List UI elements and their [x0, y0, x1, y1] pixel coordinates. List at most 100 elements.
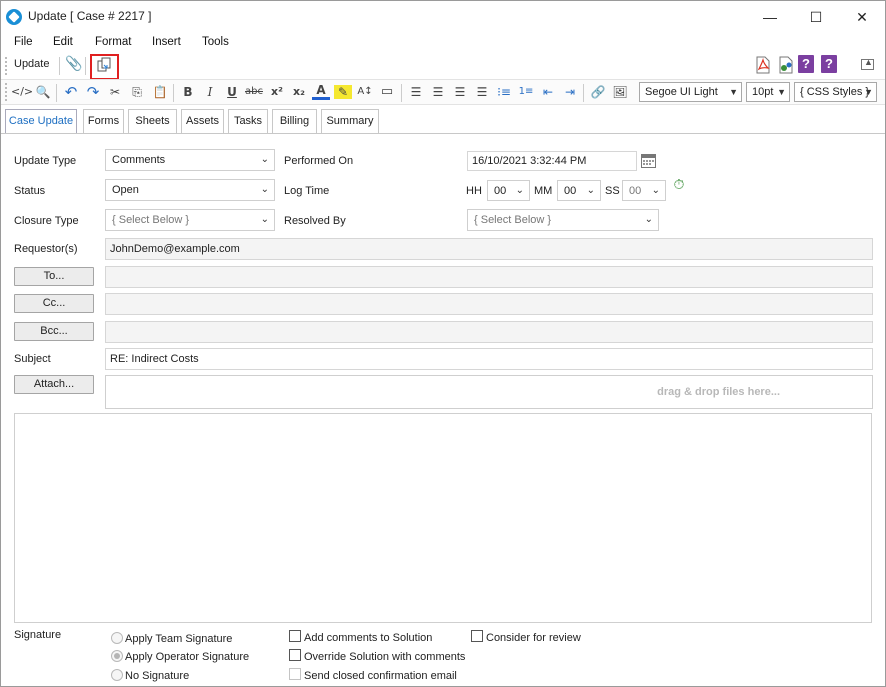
minimize-button[interactable]: —	[747, 3, 793, 31]
radio-no-signature[interactable]	[111, 669, 123, 681]
toolbar-grip[interactable]	[5, 57, 8, 75]
case-update-panel: Update Type Comments ⌄ Performed On 16/10…	[1, 133, 885, 686]
knowledge-base-icon[interactable]	[778, 56, 794, 74]
attachment-icon[interactable]: 📎	[65, 56, 82, 72]
chevron-down-icon: ⌄	[651, 185, 660, 196]
menu-file[interactable]: File	[14, 36, 33, 48]
radio-apply-team-signature[interactable]	[111, 632, 123, 644]
align-right-icon[interactable]: ☰	[451, 83, 469, 101]
outdent-icon[interactable]: ⇤	[539, 83, 557, 101]
menu-edit[interactable]: Edit	[53, 36, 73, 48]
cut-icon[interactable]: ✂	[106, 83, 124, 101]
log-time-label: Log Time	[284, 185, 330, 197]
chevron-down-icon: ⌄	[586, 185, 595, 196]
close-button[interactable]: ✕	[839, 3, 885, 31]
align-left-icon[interactable]: ☰	[407, 83, 425, 101]
pdf-icon[interactable]	[755, 56, 771, 74]
seconds-value: 00	[629, 185, 642, 197]
bcc-field[interactable]	[105, 321, 873, 343]
font-size-value: 10pt	[752, 86, 774, 98]
help-icon[interactable]: ?	[821, 55, 837, 73]
toolbar-grip[interactable]	[5, 83, 8, 101]
signature-label: Signature	[14, 629, 62, 641]
cc-button[interactable]: Cc...	[14, 294, 94, 313]
consider-review-checkbox[interactable]	[471, 630, 483, 642]
override-solution-checkbox[interactable]	[289, 649, 301, 661]
highlight-box	[90, 54, 119, 80]
font-size-select[interactable]: 10pt ▼	[746, 82, 790, 102]
update-button[interactable]: Update	[14, 58, 49, 70]
to-button[interactable]: To...	[14, 267, 94, 286]
numbered-list-icon[interactable]: 1≡	[517, 83, 535, 101]
bcc-button[interactable]: Bcc...	[14, 322, 94, 341]
paste-icon[interactable]: 📋	[151, 83, 169, 101]
insert-image-icon[interactable]: 🖼	[611, 83, 629, 101]
to-field[interactable]	[105, 266, 873, 288]
indent-icon[interactable]: ⇥	[561, 83, 579, 101]
seconds-select[interactable]: 00 ⌄	[622, 180, 666, 201]
italic-icon[interactable]: I	[201, 83, 219, 101]
bold-icon[interactable]: B	[179, 83, 197, 101]
update-case-window: Update [ Case # 2217 ] — ☐ ✕ File Edit F…	[0, 0, 886, 687]
menu-bar: File Edit Format Insert Tools	[1, 33, 885, 53]
highlight-color-icon[interactable]: ✎	[334, 85, 352, 99]
help-link-icon[interactable]: ?	[798, 55, 814, 73]
message-body-editor[interactable]	[14, 413, 872, 623]
font-family-select[interactable]: Segoe UI Light ▼	[639, 82, 742, 102]
bullet-list-icon[interactable]: ⁝≡	[495, 83, 513, 101]
send-closed-email-checkbox[interactable]	[289, 668, 301, 680]
mm-label: MM	[534, 185, 553, 197]
apply-operator-signature-label: Apply Operator Signature	[125, 651, 250, 663]
maximize-button[interactable]: ☐	[793, 3, 839, 31]
html-source-icon[interactable]: </>	[11, 83, 33, 101]
menu-tools[interactable]: Tools	[202, 36, 229, 48]
requestors-field[interactable]: JohnDemo@example.com	[105, 238, 873, 260]
tab-sheets[interactable]: Sheets	[128, 109, 177, 133]
timer-icon[interactable]: ⏱	[671, 177, 687, 193]
tab-summary[interactable]: Summary	[321, 109, 379, 133]
undo-icon[interactable]: ↶	[62, 83, 80, 101]
chevron-down-icon: ⌄	[260, 214, 269, 225]
tab-strip: Case Update Forms Sheets Assets Tasks Bi…	[1, 109, 885, 134]
tab-forms[interactable]: Forms	[83, 109, 124, 133]
performed-on-field[interactable]: 16/10/2021 3:32:44 PM	[467, 151, 637, 171]
hyperlink-icon[interactable]: 🔗	[589, 83, 607, 101]
superscript-icon[interactable]: x²	[268, 83, 286, 101]
attach-button[interactable]: Attach...	[14, 375, 94, 394]
strikethrough-icon[interactable]: abc	[245, 83, 263, 101]
cc-field[interactable]	[105, 293, 873, 315]
add-comments-checkbox[interactable]	[289, 630, 301, 642]
tab-billing[interactable]: Billing	[272, 109, 317, 133]
resolved-by-select[interactable]: { Select Below } ⌄	[467, 209, 659, 231]
redo-icon[interactable]: ↷	[84, 83, 102, 101]
tab-case-update[interactable]: Case Update	[5, 109, 77, 134]
calendar-icon[interactable]	[641, 154, 656, 168]
align-justify-icon[interactable]: ☰	[473, 83, 491, 101]
align-center-icon[interactable]: ☰	[429, 83, 447, 101]
copy-icon[interactable]: ⎘	[128, 83, 146, 101]
tab-tasks[interactable]: Tasks	[228, 109, 268, 133]
font-color-icon[interactable]: A	[312, 83, 330, 100]
collapse-toolbar-icon[interactable]: ▲	[861, 57, 874, 70]
menu-insert[interactable]: Insert	[152, 36, 181, 48]
horizontal-rule-icon[interactable]: ▭	[378, 83, 396, 101]
dropzone-text: drag & drop files here...	[657, 386, 780, 398]
closure-type-select[interactable]: { Select Below } ⌄	[105, 209, 275, 231]
attachment-dropzone[interactable]: drag & drop files here...	[105, 375, 873, 409]
menu-format[interactable]: Format	[95, 36, 131, 48]
font-size-change-icon[interactable]: A↕	[356, 83, 374, 101]
toolbar-separator	[56, 84, 57, 102]
override-solution-label: Override Solution with comments	[304, 651, 466, 663]
subject-field[interactable]: RE: Indirect Costs	[105, 348, 873, 370]
hours-select[interactable]: 00 ⌄	[487, 180, 530, 201]
minutes-select[interactable]: 00 ⌄	[557, 180, 601, 201]
radio-apply-operator-signature[interactable]	[111, 650, 123, 662]
css-styles-select[interactable]: { CSS Styles } ▼	[794, 82, 877, 102]
update-type-select[interactable]: Comments ⌄	[105, 149, 275, 171]
subscript-icon[interactable]: x₂	[290, 83, 308, 101]
tab-assets[interactable]: Assets	[181, 109, 224, 133]
underline-icon[interactable]: U	[223, 83, 241, 101]
preview-icon[interactable]: 🔍	[34, 83, 52, 101]
status-select[interactable]: Open ⌄	[105, 179, 275, 201]
action-toolbar: Update 📎 ? ? ▲	[1, 53, 885, 78]
